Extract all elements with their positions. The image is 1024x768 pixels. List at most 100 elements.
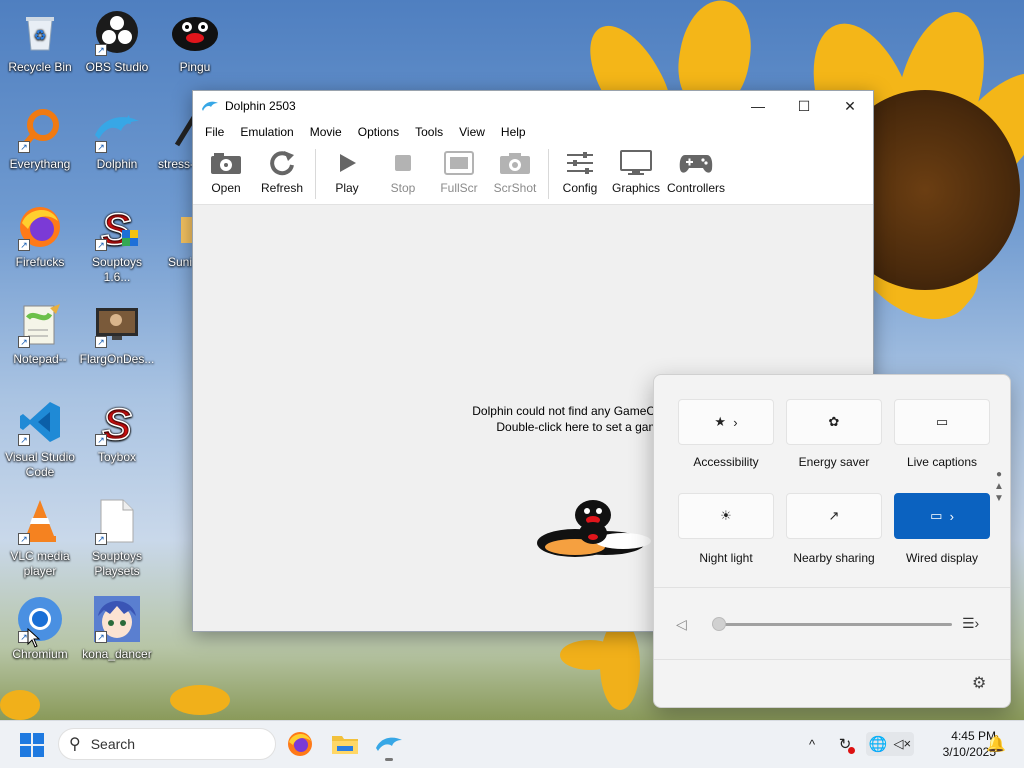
- desktop-icon-suni[interactable]: Suni: [150, 203, 192, 270]
- desktop-icon-notepad[interactable]: ↗ Notepad--: [0, 300, 80, 367]
- controllers-button[interactable]: Controllers: [667, 149, 725, 195]
- show-hidden-icons-button[interactable]: ^: [804, 732, 820, 756]
- settings-gear-icon[interactable]: ⚙: [972, 673, 986, 693]
- desktop-icon-label: Pingu: [179, 60, 211, 74]
- desktop-icon-label: stress-: [158, 157, 192, 171]
- stop-button[interactable]: Stop: [378, 149, 428, 195]
- tray-update-icon[interactable]: ↻: [834, 732, 856, 756]
- globe-icon: 🌐: [868, 736, 888, 753]
- desktop-icon-label: Toybox: [97, 450, 137, 464]
- nearby-sharing-toggle[interactable]: ↗: [786, 493, 882, 539]
- config-button[interactable]: Config: [555, 149, 605, 195]
- open-button[interactable]: Open: [201, 149, 251, 195]
- vlc-cone-icon: ↗: [16, 497, 64, 545]
- menu-movie[interactable]: Movie: [302, 125, 350, 139]
- live-captions-toggle[interactable]: ▭: [894, 399, 990, 445]
- start-button[interactable]: [20, 732, 44, 757]
- menu-emulation[interactable]: Emulation: [232, 125, 301, 139]
- tile-label: Accessibility: [693, 455, 759, 469]
- shortcut-arrow-icon: ↗: [95, 434, 107, 446]
- window-titlebar[interactable]: Dolphin 2503 — ☐ ✕: [193, 91, 873, 121]
- desktop-icon-firefucks[interactable]: ↗ Firefucks: [0, 203, 80, 270]
- menu-tools[interactable]: Tools: [407, 125, 451, 139]
- monitor-icon: [619, 149, 653, 177]
- menu-help[interactable]: Help: [493, 125, 534, 139]
- network-volume-button[interactable]: 🌐 ◁×: [866, 732, 914, 756]
- anime-character-icon: ↗: [93, 595, 141, 643]
- menu-view[interactable]: View: [451, 125, 493, 139]
- minimize-button[interactable]: —: [735, 91, 781, 121]
- taskbar-file-explorer[interactable]: [329, 728, 361, 760]
- captions-icon: ▭: [935, 414, 949, 429]
- taskbar-search[interactable]: ⚲ Search: [58, 728, 276, 760]
- volume-slider-thumb[interactable]: [712, 617, 726, 631]
- screenshot-button[interactable]: ScrShot: [490, 149, 540, 195]
- leaf-icon: ✿: [828, 414, 840, 429]
- desktop-icon-everythang[interactable]: ↗ Everythang: [0, 105, 80, 172]
- desktop-icon-label: Firefucks: [15, 255, 65, 269]
- shortcut-arrow-icon: ↗: [95, 44, 107, 56]
- desktop-icon-label: Visual Studio Code: [5, 450, 75, 479]
- night-light-toggle[interactable]: ☀: [678, 493, 774, 539]
- share-icon: ↗: [828, 508, 840, 523]
- tile-label: Wired display: [905, 551, 979, 565]
- svg-text:♻: ♻: [34, 27, 47, 43]
- taskbar-dolphin[interactable]: [373, 728, 405, 761]
- refresh-button[interactable]: Refresh: [257, 149, 307, 195]
- search-placeholder: Search: [90, 736, 136, 752]
- toolbar-separator: [315, 149, 316, 199]
- desktop-icon-toybox[interactable]: S ↗ Toybox: [77, 398, 157, 465]
- play-button[interactable]: Play: [322, 149, 372, 195]
- accessibility-toggle[interactable]: ★ ›: [678, 399, 774, 445]
- wired-display-toggle[interactable]: ▭ ›: [894, 493, 990, 539]
- desktop-icon-kona-dancer[interactable]: ↗ kona_dancer: [77, 595, 157, 662]
- desktop-icon-label: VLC media player: [10, 549, 70, 578]
- desktop-icon-vlc[interactable]: ↗ VLC media player: [0, 497, 80, 579]
- audio-output-icon[interactable]: ☰›: [962, 615, 979, 632]
- suni-icon: [164, 203, 192, 251]
- menu-file[interactable]: File: [197, 125, 232, 139]
- desktop-icon-flargondes[interactable]: ↗ FlargOnDes...: [77, 300, 157, 367]
- desktop-icon-label: kona_dancer: [82, 647, 152, 661]
- desktop-icon-label: OBS Studio: [85, 60, 149, 74]
- fullscreen-button[interactable]: FullScr: [434, 149, 484, 195]
- maximize-button[interactable]: ☐: [781, 91, 827, 121]
- desktop-icon-souptoys-playsets[interactable]: ↗ Souptoys Playsets: [77, 497, 157, 579]
- close-button[interactable]: ✕: [827, 91, 873, 121]
- shortcut-arrow-icon: ↗: [18, 141, 30, 153]
- page-dots-indicator[interactable]: ● ▲ ▼: [994, 469, 1004, 509]
- desktop-icon-dolphin[interactable]: ↗ Dolphin: [77, 105, 157, 172]
- desktop-icon-obs-studio[interactable]: ↗ OBS Studio: [77, 8, 157, 75]
- alert-dot: [848, 747, 855, 754]
- obs-studio-icon: ↗: [93, 8, 141, 56]
- shortcut-arrow-icon: ↗: [18, 434, 30, 446]
- tile-label: Nearby sharing: [793, 551, 875, 565]
- chevron-right-icon: ›: [733, 414, 738, 430]
- desktop-icon-recycle-bin[interactable]: ♻ Recycle Bin: [0, 8, 80, 75]
- desktop-icon-label: Souptoys Playsets: [91, 549, 143, 578]
- taskbar-firefox[interactable]: [284, 728, 316, 760]
- energy-saver-toggle[interactable]: ✿: [786, 399, 882, 445]
- notifications-button[interactable]: 🔔: [986, 732, 1006, 756]
- menu-options[interactable]: Options: [350, 125, 407, 139]
- toolbar-separator: [548, 149, 549, 199]
- open-label: Open: [211, 181, 241, 195]
- sun-icon: ☀: [720, 508, 732, 523]
- desktop-icon-vscode[interactable]: ↗ Visual Studio Code: [0, 398, 80, 480]
- graphics-button[interactable]: Graphics: [611, 149, 661, 195]
- fullscreen-icon: [442, 149, 476, 177]
- desktop-icon-label: Notepad--: [13, 352, 67, 366]
- desktop-icon-souptoys[interactable]: S ↗ Souptoys 1.6...: [77, 203, 157, 285]
- tile-label: Live captions: [906, 455, 978, 469]
- desktop-icon-pingu[interactable]: Pingu: [155, 8, 235, 75]
- search-icon: ⚲: [69, 736, 81, 753]
- desktop-icon-stress[interactable]: stress-: [150, 105, 192, 172]
- config-label: Config: [562, 181, 598, 195]
- desktop-icon-label: Souptoys 1.6...: [91, 255, 143, 284]
- divider: [654, 587, 1010, 588]
- speaker-muted-icon[interactable]: ◁: [676, 616, 687, 633]
- notepad-icon: ↗: [16, 300, 64, 348]
- clock-date: 3/10/2025: [942, 745, 996, 759]
- taskbar-clock[interactable]: 4:45 PM 3/10/2025: [918, 728, 996, 760]
- controllers-label: Controllers: [667, 181, 726, 195]
